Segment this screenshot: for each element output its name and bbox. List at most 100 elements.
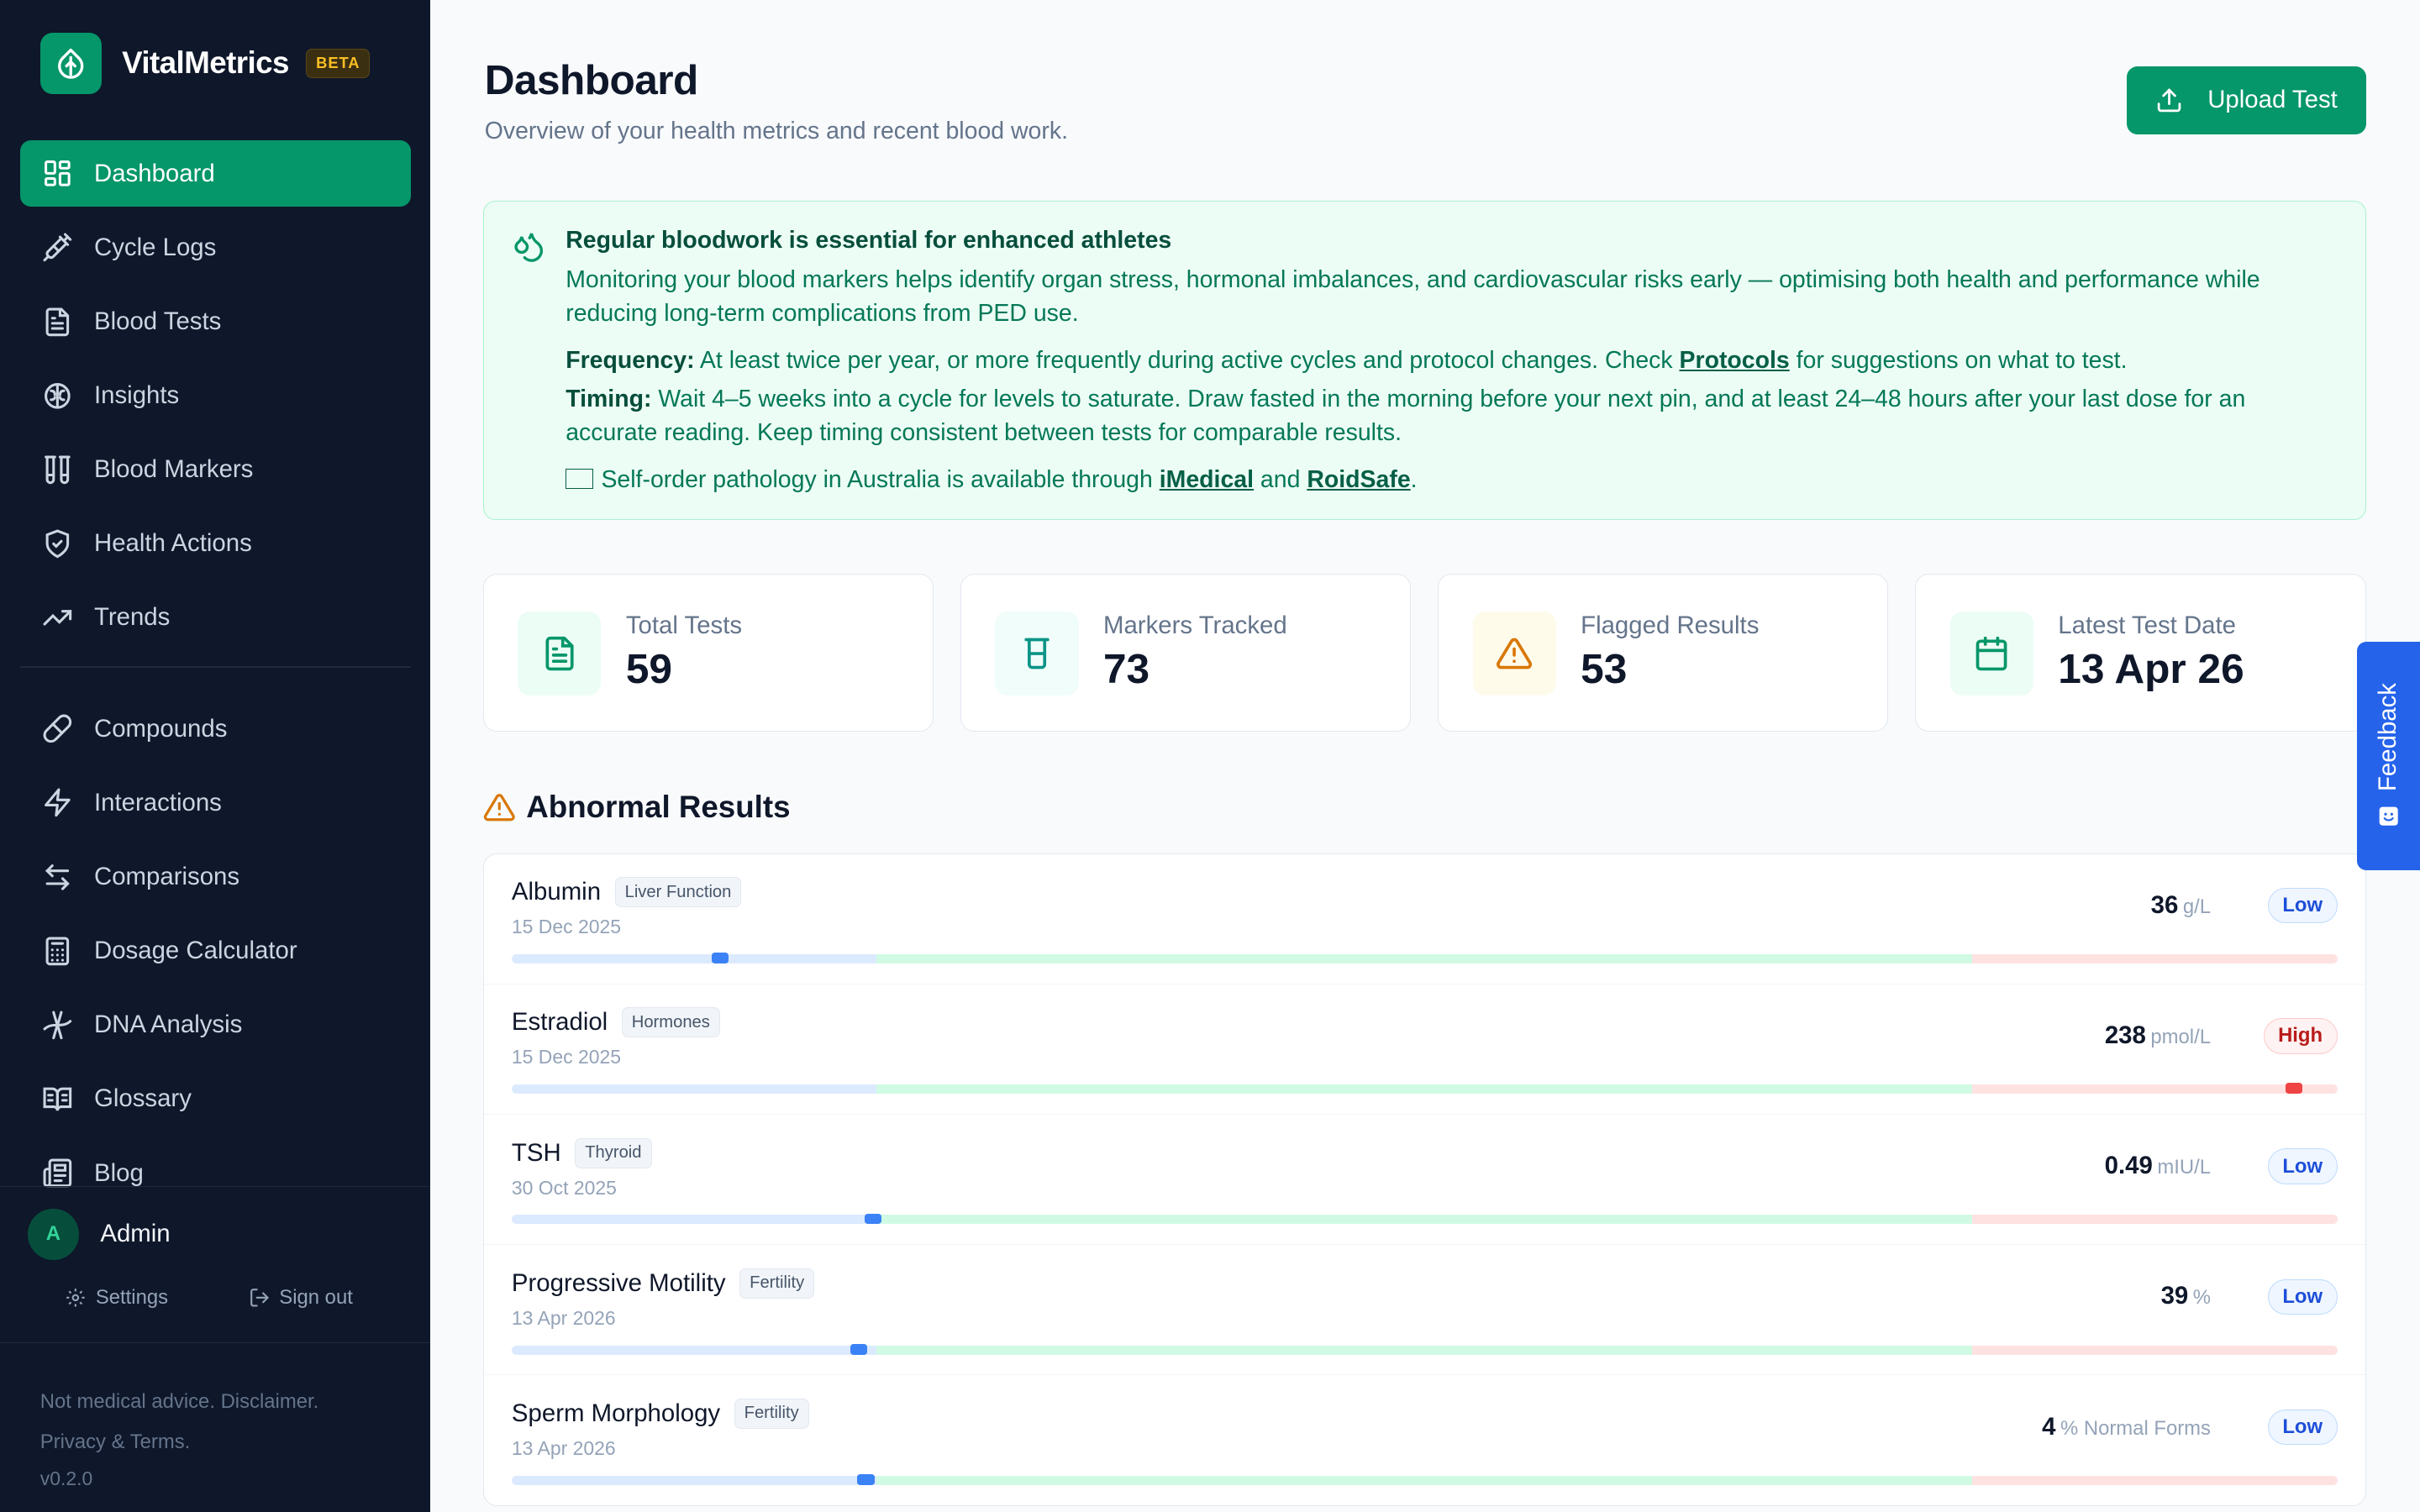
range-bar (511, 1475, 2338, 1485)
brand-name: VitalMetrics (122, 45, 289, 81)
stat-card-total-tests[interactable]: Total Tests 59 (482, 574, 934, 732)
result-row[interactable]: Sperm Morphology Fertility 13 Apr 2026 4%… (484, 1375, 2365, 1504)
result-date: 13 Apr 2026 (511, 1306, 616, 1329)
sidebar-item-compounds[interactable]: Compounds (20, 696, 411, 762)
sidebar-item-label: Trends (94, 603, 171, 632)
user-name: Admin (100, 1220, 171, 1248)
trending-up-icon (43, 610, 71, 626)
sidebar-item-insights[interactable]: Insights (20, 363, 411, 429)
book-icon (43, 1087, 71, 1111)
sidebar-item-dna-analysis[interactable]: DNA Analysis (20, 992, 411, 1058)
sidebar-item-comparisons[interactable]: Comparisons (20, 843, 411, 910)
stat-label: Flagged Results (1581, 612, 1760, 640)
brain-icon (44, 382, 71, 409)
period-text: . (1410, 465, 1418, 493)
result-unit: mIU/L (2157, 1156, 2211, 1179)
warning-icon (1497, 638, 1533, 669)
info-banner: Regular bloodwork is essential for enhan… (482, 200, 2366, 520)
sidebar-item-health-actions[interactable]: Health Actions (20, 511, 411, 577)
gear-icon (66, 1289, 85, 1307)
result-value: 36 (2150, 890, 2179, 919)
abnormal-results-title: Abnormal Results (483, 790, 791, 825)
user-profile[interactable]: A Admin (0, 1187, 430, 1260)
avatar: A (28, 1209, 79, 1260)
sidebar-item-label: Blood Tests (94, 307, 222, 335)
sidebar-item-dosage-calculator[interactable]: Dosage Calculator (20, 918, 411, 984)
range-bar (511, 1215, 2338, 1225)
stat-label: Markers Tracked (1102, 612, 1287, 640)
result-row[interactable]: Estradiol Hormones 15 Dec 2025 238 pmol/L … (483, 984, 2365, 1116)
sidebar-item-blood-tests[interactable]: Blood Tests (20, 288, 411, 354)
sidebar-item-dashboard[interactable]: Dashboard (19, 140, 411, 207)
status-badge: Low (2267, 1278, 2338, 1315)
stat-value: 53 (1581, 644, 1628, 692)
sidebar-item-interactions[interactable]: Interactions (20, 769, 411, 836)
privacy-link[interactable]: Privacy & Terms. (40, 1422, 431, 1462)
stat-label: Total Tests (625, 612, 743, 640)
sidebar-item-label: Compounds (94, 714, 228, 743)
result-value-wrap: 238 pmol/L (2105, 1021, 2211, 1050)
newspaper-icon (43, 1158, 71, 1188)
status-badge: Low (2267, 1148, 2338, 1184)
settings-label: Settings (95, 1285, 169, 1309)
result-value-wrap: 39% (2161, 1282, 2211, 1310)
result-value: 4 (2042, 1412, 2056, 1441)
stat-icon-wrap (1472, 612, 1556, 696)
disclaimer-link[interactable]: Not medical advice. Disclaimer. (40, 1382, 431, 1422)
stat-card-markers-tracked[interactable]: Markers Tracked 73 (960, 574, 1412, 732)
sidebar-item-cycle-logs[interactable]: Cycle Logs (20, 214, 411, 281)
result-value-wrap: 4% Normal Forms (2042, 1413, 2211, 1441)
range-marker (2285, 1083, 2302, 1095)
and-text: and (1254, 465, 1307, 493)
document-icon (545, 636, 574, 671)
brand[interactable]: VitalMetrics BETA (39, 32, 371, 95)
status-badge: Low (2267, 888, 2338, 924)
stat-card-latest-test-date[interactable]: Latest Test Date 13 Apr 26 (1915, 574, 2366, 732)
upload-test-button[interactable]: Upload Test (2126, 66, 2366, 134)
info-body: Monitoring your blood markers helps iden… (566, 266, 2260, 327)
signout-link[interactable]: Sign out (249, 1286, 353, 1310)
section-title-label: Abnormal Results (526, 790, 791, 825)
document-icon (45, 307, 69, 336)
settings-link[interactable]: Settings (65, 1286, 168, 1310)
result-unit: % Normal Forms (2060, 1416, 2211, 1440)
au-text: Self-order pathology in Australia is ava… (601, 465, 1160, 493)
signout-label: Sign out (279, 1285, 353, 1309)
frequency-label: Frequency: (566, 346, 695, 374)
stat-value: 13 Apr 26 (2058, 644, 2244, 692)
info-title: Regular bloodwork is essential for enhan… (566, 227, 1172, 255)
sidebar-item-trends[interactable]: Trends (20, 585, 411, 651)
range-bar (511, 954, 2338, 964)
sidebar-item-label: Comparisons (94, 862, 240, 890)
result-row[interactable]: Progressive Motility Fertility 13 Apr 202… (483, 1245, 2365, 1376)
result-row[interactable]: TSH Thyroid 30 Oct 2025 0.49 mIU/L Low (483, 1115, 2365, 1246)
result-date: 30 Oct 2025 (511, 1176, 617, 1199)
logout-icon (250, 1289, 269, 1307)
sidebar-item-glossary[interactable]: Glossary (20, 1066, 411, 1132)
roidsafe-link[interactable]: RoidSafe (1307, 466, 1410, 493)
nav-divider (19, 666, 411, 669)
timing-label: Timing: (566, 386, 652, 413)
marker-name: Sperm Morphology (511, 1399, 721, 1427)
protocols-link[interactable]: Protocols (1680, 347, 1790, 374)
imedical-link[interactable]: iMedical (1160, 466, 1254, 493)
frequency-tail: for suggestions on what to test. (1789, 346, 2128, 374)
calendar-icon (1975, 636, 2007, 671)
sidebar-item-label: Dashboard (94, 159, 215, 187)
user-area: A Admin Settings Sign out (0, 1186, 431, 1310)
info-timing: Timing: Wait 4–5 weeks into a cycle for … (566, 383, 2340, 449)
syringe-icon (43, 233, 71, 262)
sidebar-item-blood-markers[interactable]: Blood Markers (20, 437, 411, 503)
sidebar: VitalMetrics BETA Dashboard Cycle Logs B… (0, 0, 431, 1512)
calculator-icon (45, 937, 69, 965)
feedback-tab[interactable]: Feedback (2356, 642, 2420, 870)
result-row[interactable]: Albumin Liver Function 15 Dec 2025 36 g/L … (483, 854, 2365, 984)
range-marker (850, 1343, 867, 1355)
marker-name: Estradiol (511, 1008, 608, 1037)
result-unit: pmol/L (2150, 1025, 2211, 1048)
dna-icon (43, 1011, 71, 1040)
stat-card-flagged-results[interactable]: Flagged Results 53 (1438, 574, 1889, 732)
sidebar-item-label: Dosage Calculator (94, 937, 297, 965)
sidebar-footer: Not medical advice. Disclaimer. Privacy … (0, 1341, 431, 1496)
pill-icon (43, 714, 71, 743)
